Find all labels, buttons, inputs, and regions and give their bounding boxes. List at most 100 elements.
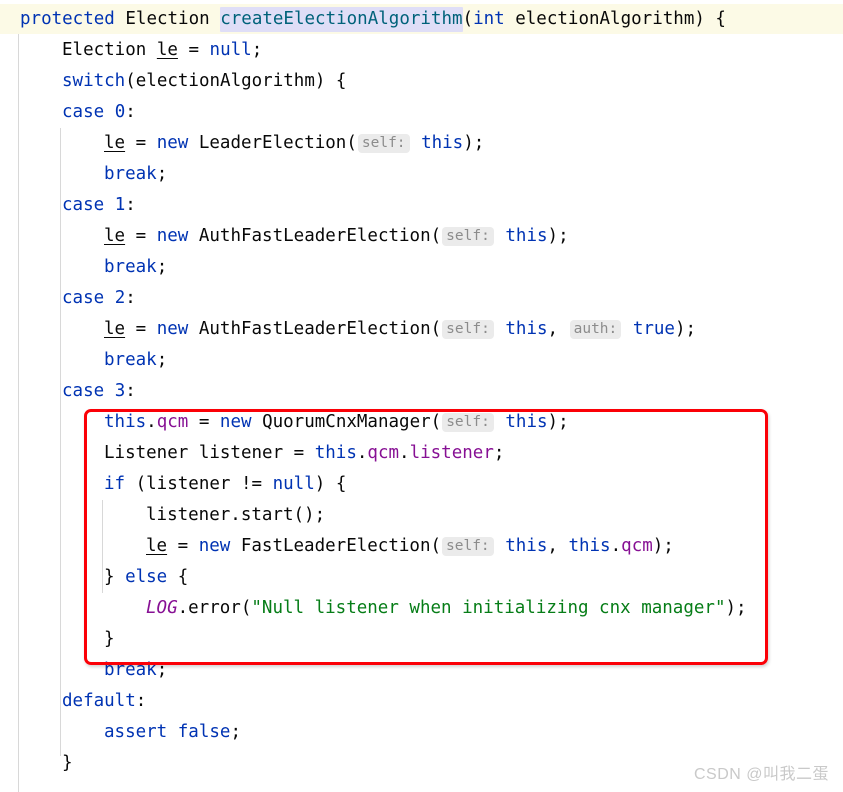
code-token-plain: { [167,567,189,587]
code-token-kw: null [209,40,252,60]
code-token-kw: assert [104,722,168,742]
code-token-plain: . [610,536,622,556]
code-line[interactable]: case 0: [0,97,136,128]
code-token-kw: this [421,133,464,153]
code-line[interactable]: Election le = null; [0,35,262,66]
code-token-kw: 2 [114,288,126,308]
code-token-plain: ); [463,133,485,153]
code-editor[interactable]: protected Election createElectionAlgorit… [0,0,843,792]
code-token-kw: break [104,164,157,184]
code-line[interactable]: le = new FastLeaderElection(self: this, … [0,531,674,562]
code-token-plain: ; [156,164,168,184]
code-line[interactable]: } [0,748,73,779]
code-token-plain: : [135,691,147,711]
code-line[interactable]: break; [0,655,167,686]
code-token-kw: switch [62,71,126,91]
code-token-kw: true [632,319,675,339]
code-token-kw: this [505,226,548,246]
code-token-typ: Election [125,9,210,29]
code-token-plain: ) { [314,474,347,494]
code-line[interactable]: break; [0,159,167,190]
code-token-kw: null [272,474,315,494]
inlay-parameter-hint: self: [442,537,494,556]
csdn-watermark: CSDN @叫我二蛋 [693,766,829,783]
code-token-var-u: le [104,319,126,339]
code-token-plain: listener.start(); [146,505,326,525]
code-line[interactable]: break; [0,252,167,283]
code-line[interactable]: this.qcm = new QuorumCnxManager(self: th… [0,407,569,438]
inlay-parameter-hint: auth: [569,320,622,339]
code-token-plain: ); [547,412,569,432]
code-token-plain: = [125,226,157,246]
code-token-plain: : [125,381,136,401]
code-line[interactable]: } [0,624,115,655]
code-token-var-u: le [104,226,126,246]
code-token-kw: case [62,102,105,122]
code-line[interactable]: le = new AuthFastLeaderElection(self: th… [0,314,696,345]
code-token-plain: ; [156,660,168,680]
code-token-kw: this [505,319,548,339]
code-token-plain: electionAlgorithm) { [504,9,726,29]
code-line[interactable]: assert false; [0,717,241,748]
code-token-stat: LOG [146,598,178,618]
code-line[interactable]: protected Election createElectionAlgorit… [0,4,726,35]
code-line[interactable]: if (listener != null) { [0,469,346,500]
code-line[interactable]: LOG.error("Null listener when initializi… [0,593,747,624]
code-line[interactable]: } else { [0,562,188,593]
inlay-parameter-hint: self: [357,134,410,153]
code-token-plain: = [167,536,199,556]
code-token-plain: } [62,753,73,773]
code-token-plain: = [125,133,157,153]
code-token-str: "Null listener when initializing cnx man… [251,598,726,618]
code-token-kw: this [314,443,357,463]
inlay-parameter-hint: self: [442,320,494,339]
code-token-kw: break [104,660,157,680]
code-token-kw: this [505,412,548,432]
code-token-kw: case [62,195,105,215]
code-line[interactable]: default: [0,686,146,717]
code-token-plain: .error( [177,598,252,618]
code-token-plain: } [104,567,126,587]
code-line[interactable]: le = new LeaderElection(self: this); [0,128,484,159]
code-token-kw: new [156,133,189,153]
code-token-kw: this [568,536,611,556]
code-token-plain: } [104,629,115,649]
code-token-fld: listener [409,443,494,463]
code-line[interactable]: listener.start(); [0,500,325,531]
code-token-kw: case [62,288,105,308]
screenshot-root: protected Election createElectionAlgorit… [0,0,843,792]
code-token-plain: ); [674,319,697,339]
code-token-plain: AuthFastLeaderElection( [188,226,442,246]
code-line[interactable]: break; [0,345,167,376]
code-token-plain: : [125,195,136,215]
code-line[interactable]: case 3: [0,376,136,407]
code-line[interactable]: case 2: [0,283,136,314]
code-token-kw: new [198,536,231,556]
code-token-fld: qcm [367,443,400,463]
code-token-plain: QuorumCnxManager( [251,412,442,432]
code-line[interactable]: case 1: [0,190,136,221]
code-line[interactable]: le = new AuthFastLeaderElection(self: th… [0,221,569,252]
code-token-var-u: le [104,133,126,153]
code-token-plain: LeaderElection( [188,133,357,153]
code-line[interactable]: switch(electionAlgorithm) { [0,66,346,97]
code-token-plain: ; [156,350,168,370]
code-token-plain: : [125,288,136,308]
code-token-fld: qcm [156,412,189,432]
code-token-plain: , [547,319,569,339]
code-token-plain: : [125,102,136,122]
code-line[interactable]: Listener listener = this.qcm.listener; [0,438,504,469]
code-token-plain: . [146,412,157,432]
code-token-plain: FastLeaderElection( [230,536,442,556]
